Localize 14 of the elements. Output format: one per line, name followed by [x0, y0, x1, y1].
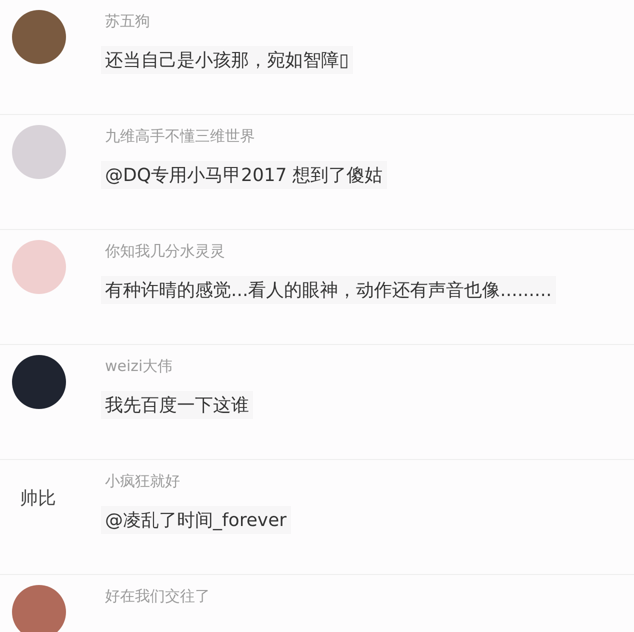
comment-text: 还当自己是小孩那，宛如智障▯ — [101, 46, 353, 74]
comment-text: @DQ专用小马甲2017 想到了傻姑 — [101, 161, 387, 189]
avatar-text[interactable]: 帅比 — [20, 486, 56, 510]
avatar[interactable] — [12, 10, 66, 64]
user-name[interactable]: 九维高手不懂三维世界 — [105, 127, 255, 146]
user-name[interactable]: weizi大伟 — [105, 357, 173, 376]
comment-text: 有种许晴的感觉...看人的眼神，动作还有声音也像......... — [101, 276, 556, 304]
user-name[interactable]: 好在我们交往了 — [105, 587, 210, 606]
avatar[interactable] — [12, 355, 66, 409]
user-name[interactable]: 苏五狗 — [105, 12, 150, 31]
user-name[interactable]: 小疯狂就好 — [105, 472, 180, 491]
comment-text: 我先百度一下这谁 — [101, 391, 253, 419]
comment-text: @凌乱了时间_forever — [101, 506, 291, 534]
user-name[interactable]: 你知我几分水灵灵 — [105, 242, 225, 261]
